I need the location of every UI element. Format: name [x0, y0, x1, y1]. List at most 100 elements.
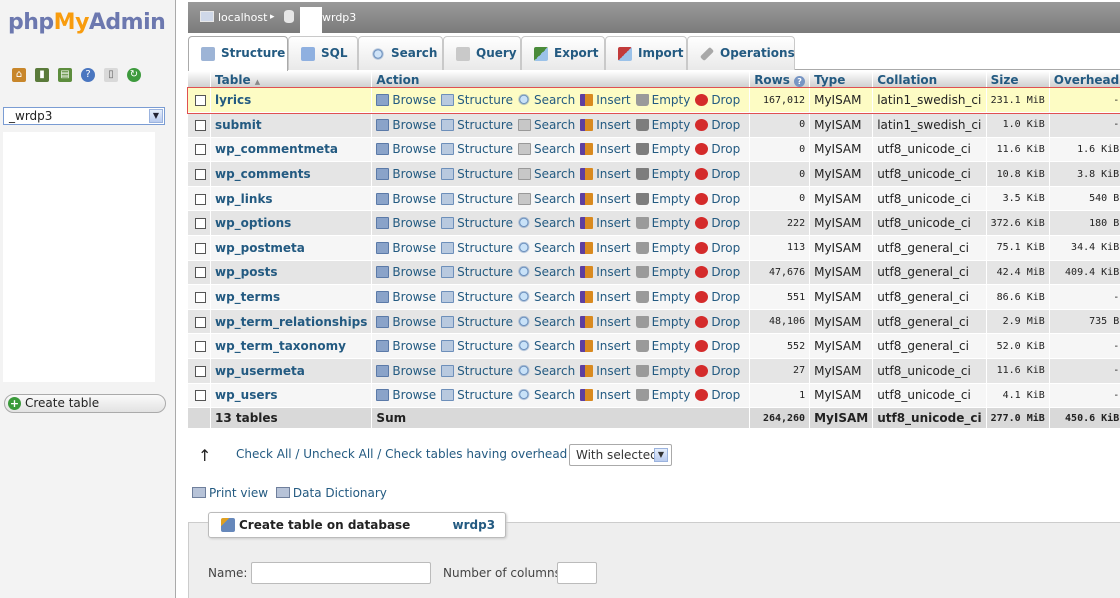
search-action[interactable]: Search — [517, 216, 575, 230]
insert-action[interactable]: Insert — [580, 364, 631, 378]
search-action[interactable]: Search — [517, 388, 575, 402]
empty-action[interactable]: Empty — [635, 241, 690, 255]
tab-query[interactable]: Query — [443, 36, 521, 70]
empty-action[interactable]: Empty — [635, 265, 690, 279]
table-name-link[interactable]: wp_postmeta — [215, 241, 305, 255]
browse-action[interactable]: Browse — [376, 216, 436, 230]
tab-export[interactable]: Export — [521, 36, 605, 70]
table-row[interactable]: wp_users Browse Structure Search Insert Empty… — [188, 383, 1120, 409]
structure-action[interactable]: Structure — [441, 290, 513, 304]
table-row[interactable]: wp_terms Browse Structure Search Insert Empty… — [188, 284, 1120, 310]
table-row[interactable]: submit Browse Structure Search Insert Empty Dr… — [188, 112, 1120, 138]
breadcrumb-database[interactable]: wrdp3 — [322, 11, 356, 24]
header-collation[interactable]: Collation — [872, 71, 987, 88]
structure-action[interactable]: Structure — [441, 142, 513, 156]
row-checkbox[interactable] — [195, 193, 206, 205]
empty-action[interactable]: Empty — [635, 142, 690, 156]
empty-action[interactable]: Empty — [635, 118, 690, 132]
table-name-link[interactable]: wp_options — [215, 216, 291, 230]
search-action[interactable]: Search — [517, 192, 575, 206]
drop-action[interactable]: Drop — [695, 265, 740, 279]
insert-action[interactable]: Insert — [580, 142, 631, 156]
reload-icon[interactable]: ↻ — [127, 68, 141, 82]
empty-action[interactable]: Empty — [635, 290, 690, 304]
drop-action[interactable]: Drop — [695, 216, 740, 230]
insert-action[interactable]: Insert — [580, 192, 631, 206]
insert-action[interactable]: Insert — [580, 216, 631, 230]
drop-action[interactable]: Drop — [695, 339, 740, 353]
browse-action[interactable]: Browse — [376, 192, 436, 206]
search-action[interactable]: Search — [517, 93, 575, 107]
insert-action[interactable]: Insert — [580, 265, 631, 279]
search-action[interactable]: Search — [517, 315, 575, 329]
table-name-link[interactable]: wp_terms — [215, 290, 280, 304]
check-all-links[interactable]: Check All / Uncheck All / Check tables h… — [236, 447, 567, 461]
insert-action[interactable]: Insert — [580, 315, 631, 329]
table-name-input[interactable] — [251, 562, 431, 584]
empty-action[interactable]: Empty — [635, 167, 690, 181]
row-checkbox[interactable] — [195, 218, 206, 230]
table-name-link[interactable]: wp_term_taxonomy — [215, 339, 346, 353]
insert-action[interactable]: Insert — [580, 388, 631, 402]
header-table[interactable]: Table ▲ — [210, 71, 373, 88]
with-selected-dropdown[interactable]: With selected: ▼ — [569, 444, 672, 466]
insert-action[interactable]: Insert — [580, 118, 631, 132]
table-name-link[interactable]: wp_posts — [215, 265, 278, 279]
drop-action[interactable]: Drop — [695, 364, 740, 378]
table-row[interactable]: wp_links Browse Structure Search Insert Empty… — [188, 186, 1120, 212]
row-checkbox[interactable] — [195, 292, 206, 304]
drop-action[interactable]: Drop — [695, 118, 740, 132]
empty-action[interactable]: Empty — [635, 192, 690, 206]
browse-action[interactable]: Browse — [376, 364, 436, 378]
search-action[interactable]: Search — [517, 265, 575, 279]
table-name-link[interactable]: wp_links — [215, 192, 273, 206]
row-checkbox[interactable] — [195, 316, 206, 328]
insert-action[interactable]: Insert — [580, 339, 631, 353]
browse-action[interactable]: Browse — [376, 290, 436, 304]
browse-action[interactable]: Browse — [376, 388, 436, 402]
row-checkbox[interactable] — [195, 169, 206, 181]
table-name-link[interactable]: wp_term_relationships — [215, 315, 367, 329]
tab-structure[interactable]: Structure — [188, 36, 288, 71]
exit-icon[interactable]: ▮ — [35, 68, 49, 82]
structure-action[interactable]: Structure — [441, 241, 513, 255]
empty-action[interactable]: Empty — [635, 339, 690, 353]
create-table-button[interactable]: + Create table — [4, 394, 166, 413]
table-row[interactable]: wp_posts Browse Structure Search Insert Empty… — [188, 260, 1120, 286]
table-name-link[interactable]: submit — [215, 118, 262, 132]
browse-action[interactable]: Browse — [376, 118, 436, 132]
browse-action[interactable]: Browse — [376, 93, 436, 107]
column-count-input[interactable] — [557, 562, 597, 584]
header-type[interactable]: Type — [809, 71, 874, 88]
browse-action[interactable]: Browse — [376, 142, 436, 156]
tab-search[interactable]: Search — [358, 36, 443, 70]
structure-action[interactable]: Structure — [441, 192, 513, 206]
table-name-link[interactable]: lyrics — [215, 93, 251, 107]
table-name-link[interactable]: wp_commentmeta — [215, 142, 338, 156]
row-checkbox[interactable] — [195, 341, 206, 353]
structure-action[interactable]: Structure — [441, 167, 513, 181]
empty-action[interactable]: Empty — [635, 216, 690, 230]
structure-action[interactable]: Structure — [441, 315, 513, 329]
structure-action[interactable]: Structure — [441, 118, 513, 132]
drop-action[interactable]: Drop — [695, 388, 740, 402]
insert-action[interactable]: Insert — [580, 241, 631, 255]
browse-action[interactable]: Browse — [376, 265, 436, 279]
help-icon[interactable]: ? — [794, 75, 806, 87]
table-name-link[interactable]: wp_users — [215, 388, 278, 402]
row-checkbox[interactable] — [195, 267, 206, 279]
row-checkbox[interactable] — [195, 242, 206, 254]
drop-action[interactable]: Drop — [695, 315, 740, 329]
empty-action[interactable]: Empty — [635, 315, 690, 329]
table-row[interactable]: wp_options Browse Structure Search Insert Emp… — [188, 210, 1120, 237]
tab-sql[interactable]: SQL — [288, 36, 358, 70]
empty-action[interactable]: Empty — [635, 388, 690, 402]
search-action[interactable]: Search — [517, 241, 575, 255]
drop-action[interactable]: Drop — [695, 290, 740, 304]
database-select[interactable]: _wrdp3 ▼ — [3, 107, 165, 125]
help-icon[interactable]: ? — [81, 68, 95, 82]
table-row[interactable]: wp_commentmeta Browse Structure Search Inser… — [188, 137, 1120, 163]
row-checkbox[interactable] — [195, 95, 206, 107]
data-dictionary-link[interactable]: Data Dictionary — [293, 486, 387, 500]
browse-action[interactable]: Browse — [376, 315, 436, 329]
